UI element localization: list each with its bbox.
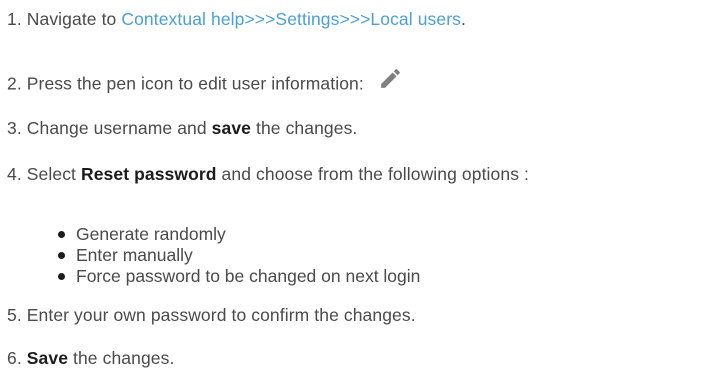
step-number: 1. <box>7 9 22 29</box>
option-label: Generate randomly <box>76 224 226 244</box>
step-5: 5. Enter your own password to confirm th… <box>7 304 416 326</box>
step-6: 6. Save the changes. <box>7 347 174 369</box>
bullet-icon <box>58 231 65 238</box>
step-text: and choose from the following options : <box>216 164 529 184</box>
save-keyword: save <box>211 118 252 138</box>
step-number: 6. <box>7 348 22 368</box>
reset-password-keyword: Reset password <box>80 164 217 184</box>
option-label: Force password to be changed on next log… <box>76 266 421 286</box>
step-text: Change username and <box>26 118 212 138</box>
step-text: the changes. <box>251 118 358 138</box>
step-text: Navigate to <box>26 9 122 29</box>
step-text: Select <box>26 164 81 184</box>
option-label: Enter manually <box>76 245 193 265</box>
navigation-path-link[interactable]: Contextual help>>>Settings>>>Local users <box>121 9 461 29</box>
step-1: 1. Navigate to Contextual help>>>Setting… <box>7 8 466 30</box>
step-text: Press the pen icon to edit user informat… <box>26 73 364 94</box>
bullet-icon <box>58 273 65 280</box>
bullet-icon <box>58 252 65 259</box>
step-number: 4. <box>7 164 22 184</box>
step-number: 3. <box>7 118 22 138</box>
step-text: . <box>461 9 466 29</box>
step-number: 2. <box>7 73 22 94</box>
step-text: Enter your own password to confirm the c… <box>26 305 416 325</box>
step-text: the changes. <box>68 348 175 368</box>
save-keyword: Save <box>26 348 69 368</box>
pencil-icon <box>378 66 403 96</box>
step-3: 3. Change username and save the changes. <box>7 117 357 139</box>
step-number: 5. <box>7 305 22 325</box>
step-2: 2. Press the pen icon to edit user infor… <box>7 69 403 100</box>
step-4: 4. Select Reset password and choose from… <box>7 163 529 185</box>
help-document: 1. Navigate to Contextual help>>>Setting… <box>0 0 715 377</box>
